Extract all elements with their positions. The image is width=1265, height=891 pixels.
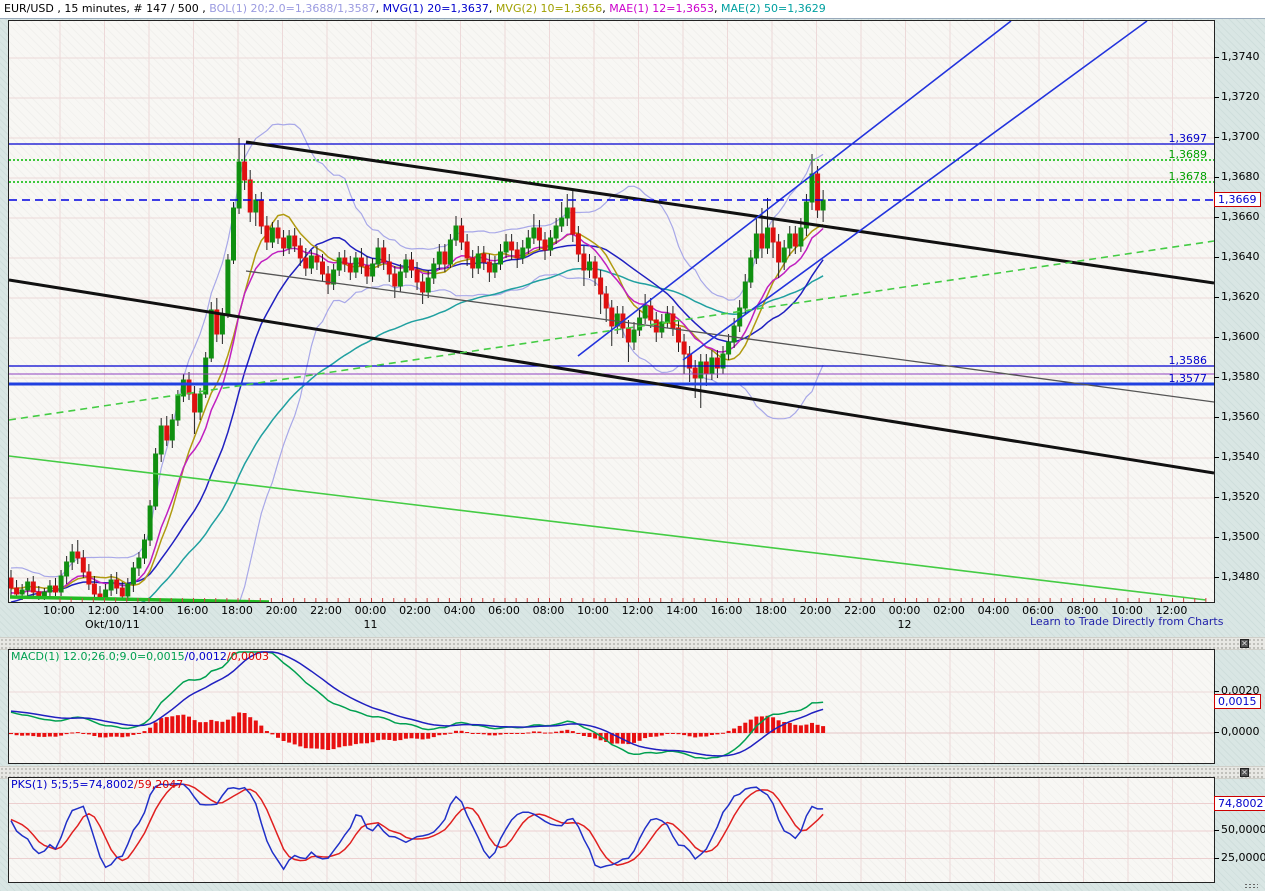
price-tick — [1214, 377, 1219, 378]
price-tick — [1214, 177, 1219, 178]
main-chart-panel[interactable]: 1,3697 1,3689 1,3678 1,3586 1,3577 — [8, 20, 1215, 603]
price-tick — [1214, 97, 1219, 98]
stoch-tick-label: 25,0000 — [1221, 851, 1265, 864]
price-tick — [1214, 217, 1219, 218]
macd-segment-1: /0,0012 — [185, 650, 227, 663]
day-label: Okt/10/11 — [85, 618, 140, 631]
time-tick-label: 02:00 — [933, 604, 965, 617]
time-tick-label: 10:00 — [43, 604, 75, 617]
macd-panel[interactable] — [8, 649, 1215, 764]
svg-text:1,3689: 1,3689 — [1169, 148, 1208, 161]
price-tick-label: 1,3700 — [1221, 130, 1260, 143]
time-tick-label: 00:00 — [889, 604, 921, 617]
stochastic-panel[interactable] — [8, 777, 1215, 883]
header-segment-9: MAE(2) 50=1,3629 — [721, 2, 826, 15]
price-tick — [1214, 457, 1219, 458]
stochastic-indicator-label: PKS(1) 5;5;5=74,8002/59,2047 — [11, 778, 183, 791]
header-segment-8: , — [714, 2, 721, 15]
svg-text:1,3697: 1,3697 — [1169, 132, 1208, 145]
macd-indicator-label: MACD(1) 12.0;26.0;9.0=0,0015/0,0012/0,00… — [11, 650, 269, 663]
learn-to-trade-link[interactable]: Learn to Trade Directly from Charts — [1030, 615, 1223, 628]
time-tick-label: 06:00 — [488, 604, 520, 617]
macd-canvas[interactable] — [9, 650, 1214, 763]
splitter-grip-icon[interactable]: ✕ — [1240, 768, 1249, 777]
macd-value-badge: 0,0015 — [1214, 694, 1261, 709]
time-tick-label: 14:00 — [132, 604, 164, 617]
price-tick — [1214, 577, 1219, 578]
time-tick-label: 10:00 — [577, 604, 609, 617]
splitter-grip-icon[interactable]: ✕ — [1240, 639, 1249, 648]
time-tick-label: 08:00 — [533, 604, 565, 617]
price-tick — [1214, 497, 1219, 498]
macd-segment-2: /0,0003 — [227, 650, 269, 663]
time-tick-label: 16:00 — [177, 604, 209, 617]
stoch-tick — [1214, 858, 1219, 859]
price-tick — [1214, 137, 1219, 138]
header-segment-2: , — [376, 2, 383, 15]
macd-tick-label: 0,0000 — [1221, 725, 1260, 738]
price-tick-label: 1,3520 — [1221, 490, 1260, 503]
stoch-segment-0: PKS(1) 5;5;5=74,8002 — [11, 778, 134, 791]
time-tick-label: 12:00 — [88, 604, 120, 617]
price-tick-label: 1,3600 — [1221, 330, 1260, 343]
trading-platform-window: EUR/USD , 15 minutes, # 147 / 500 , BOL(… — [0, 0, 1265, 891]
stoch-tick-label: 50,0000 — [1221, 823, 1265, 836]
time-tick-label: 00:00 — [355, 604, 387, 617]
time-tick-label: 12:00 — [622, 604, 654, 617]
time-tick-label: 20:00 — [800, 604, 832, 617]
header-segment-7: MAE(1) 12=1,3653 — [609, 2, 714, 15]
current-price-badge: 1,3669 — [1214, 192, 1261, 207]
time-tick-label: 04:00 — [978, 604, 1010, 617]
stoch-tick — [1214, 830, 1219, 831]
svg-text:1,3678: 1,3678 — [1169, 170, 1208, 183]
candlestick-chart-canvas[interactable]: 1,3697 1,3689 1,3678 1,3586 1,3577 — [9, 21, 1214, 602]
resize-grip-icon[interactable] — [1244, 883, 1258, 889]
price-tick — [1214, 297, 1219, 298]
time-tick-label: 18:00 — [755, 604, 787, 617]
macd-tick — [1214, 691, 1219, 692]
macd-segment-0: MACD(1) 12.0;26.0;9.0=0,0015 — [11, 650, 185, 663]
price-tick — [1214, 537, 1219, 538]
price-tick-label: 1,3540 — [1221, 450, 1260, 463]
day-label: 12 — [898, 618, 912, 631]
macd-tick — [1214, 732, 1219, 733]
day-label: 11 — [364, 618, 378, 631]
time-tick-label: 22:00 — [844, 604, 876, 617]
time-tick-label: 20:00 — [266, 604, 298, 617]
price-tick-label: 1,3740 — [1221, 50, 1260, 63]
price-tick-label: 1,3660 — [1221, 210, 1260, 223]
time-tick-label: 22:00 — [310, 604, 342, 617]
header-segment-4: , — [489, 2, 496, 15]
price-tick-label: 1,3680 — [1221, 170, 1260, 183]
header-segment-3: MVG(1) 20=1,3637 — [383, 2, 489, 15]
svg-text:1,3586: 1,3586 — [1169, 354, 1208, 367]
stoch-segment-1: /59,2047 — [134, 778, 183, 791]
price-tick-label: 1,3640 — [1221, 250, 1260, 263]
time-tick-label: 18:00 — [221, 604, 253, 617]
header-segment-0: EUR/USD , 15 minutes, # 147 / 500 , — [4, 2, 209, 15]
price-tick-label: 1,3500 — [1221, 530, 1260, 543]
price-tick-label: 1,3560 — [1221, 410, 1260, 423]
price-tick — [1214, 337, 1219, 338]
price-tick — [1214, 417, 1219, 418]
price-tick — [1214, 257, 1219, 258]
price-tick — [1214, 57, 1219, 58]
price-tick-label: 1,3620 — [1221, 290, 1260, 303]
time-tick-label: 16:00 — [711, 604, 743, 617]
stochastic-value-badge: 74,8002 — [1214, 796, 1265, 811]
time-tick-label: 14:00 — [666, 604, 698, 617]
header-segment-1: BOL(1) 20;2.0=1,3688/1,3587 — [209, 2, 375, 15]
time-tick-label: 04:00 — [444, 604, 476, 617]
price-tick-label: 1,3720 — [1221, 90, 1260, 103]
header-segment-5: MVG(2) 10=1,3656 — [496, 2, 602, 15]
time-tick-label: 02:00 — [399, 604, 431, 617]
stochastic-canvas[interactable] — [9, 778, 1214, 882]
price-tick-label: 1,3580 — [1221, 370, 1260, 383]
svg-text:1,3577: 1,3577 — [1169, 372, 1208, 385]
price-tick-label: 1,3480 — [1221, 570, 1260, 583]
chart-title-bar: EUR/USD , 15 minutes, # 147 / 500 , BOL(… — [0, 0, 1265, 19]
